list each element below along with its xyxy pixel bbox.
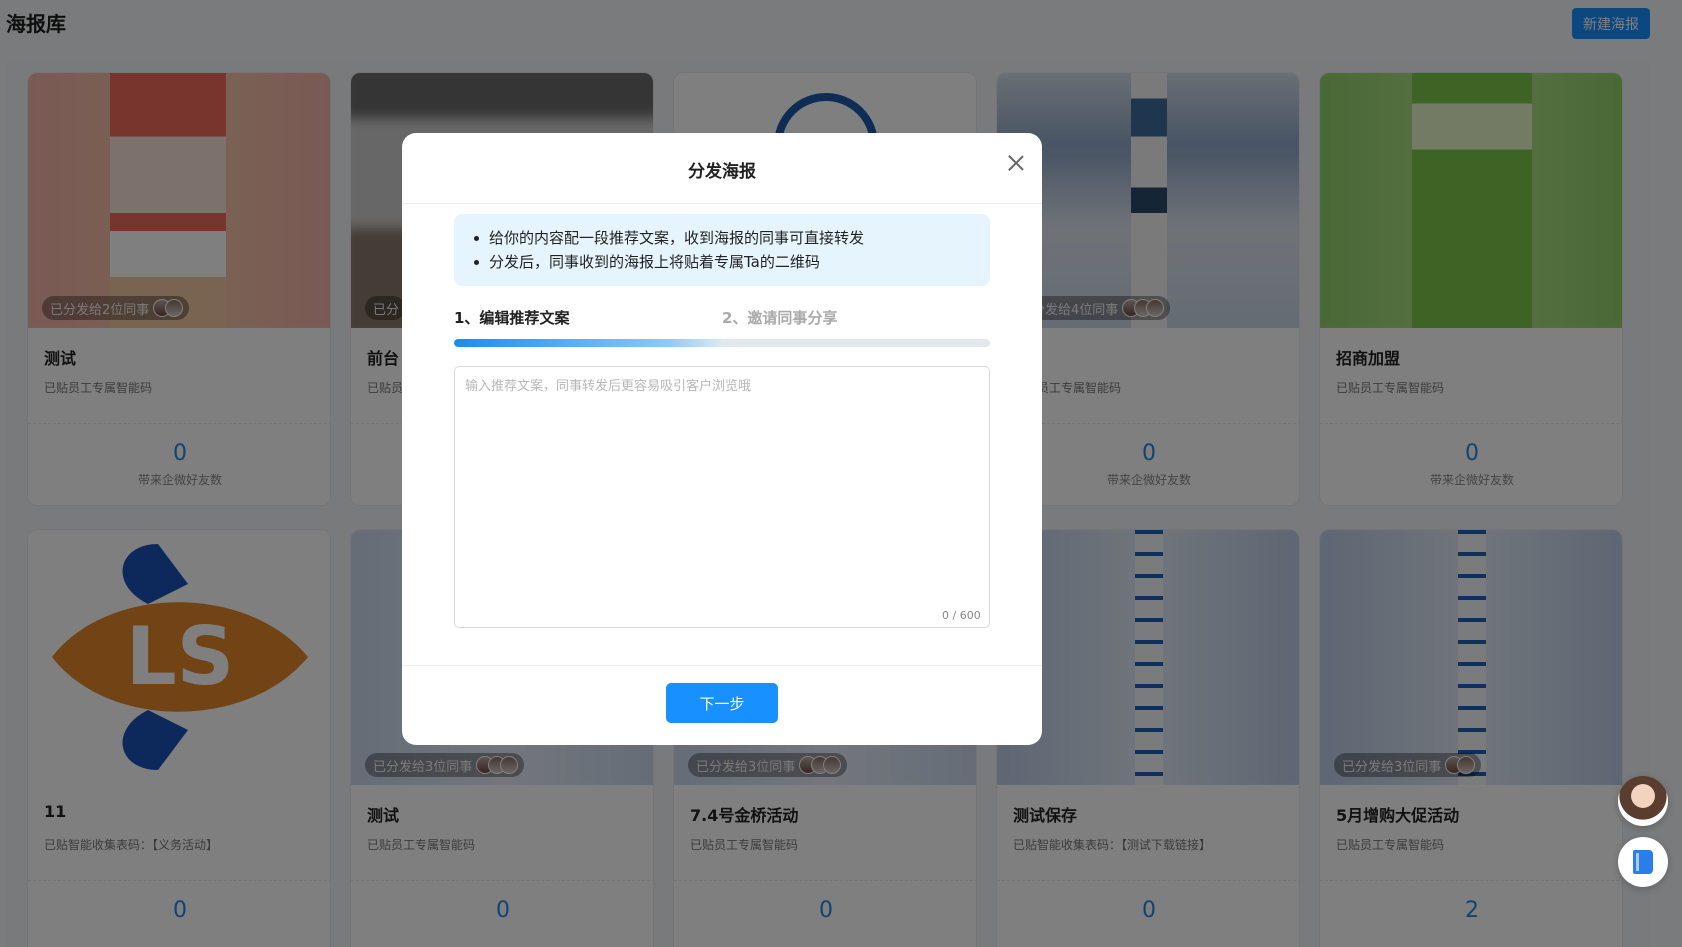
recommend-copy-textarea[interactable]: [454, 366, 990, 628]
step-progress-fill: [454, 339, 722, 347]
char-count: 0 / 600: [942, 609, 981, 622]
tip-item: 给你的内容配一段推荐文案，收到海报的同事可直接转发: [470, 226, 974, 250]
book-icon: [1633, 850, 1653, 874]
tip-item: 分发后，同事收到的海报上将贴着专属Ta的二维码: [470, 250, 974, 274]
assistant-avatar-icon[interactable]: [1618, 776, 1668, 826]
dialog-title: 分发海报: [688, 162, 756, 182]
next-step-button[interactable]: 下一步: [666, 683, 778, 723]
step-progress: [454, 339, 990, 347]
dialog-divider: [402, 665, 1042, 666]
step-invite-share: 2、邀请同事分享: [722, 309, 838, 327]
step-edit-copy: 1、编辑推荐文案: [454, 309, 570, 327]
dialog-divider: [402, 203, 1042, 204]
manual-button[interactable]: [1618, 837, 1668, 887]
distribute-poster-dialog: 分发海报 给你的内容配一段推荐文案，收到海报的同事可直接转发 分发后，同事收到的…: [402, 133, 1042, 745]
close-icon[interactable]: [1004, 151, 1028, 175]
tips-box: 给你的内容配一段推荐文案，收到海报的同事可直接转发 分发后，同事收到的海报上将贴…: [454, 214, 990, 286]
